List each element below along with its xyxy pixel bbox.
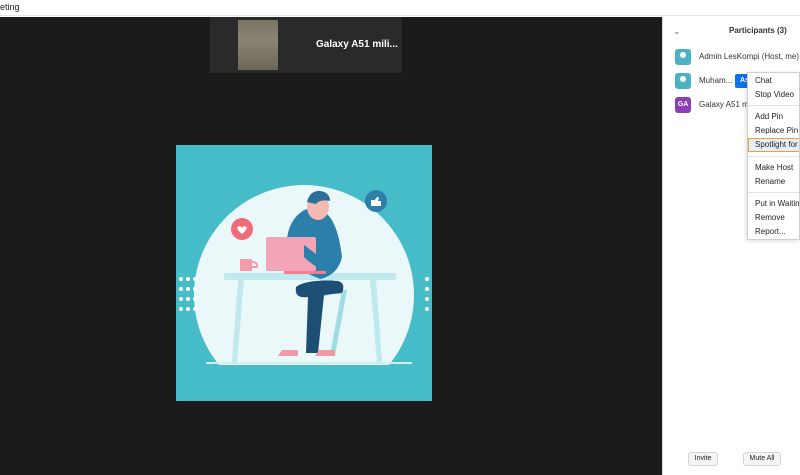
avatar xyxy=(675,73,691,89)
menu-item-replace-pin[interactable]: Replace Pin xyxy=(748,124,799,138)
thumbnail-video-feed xyxy=(238,20,278,70)
menu-item-rename[interactable]: Rename xyxy=(748,175,799,189)
menu-item-add-pin[interactable]: Add Pin xyxy=(748,110,799,124)
participant-name: Galaxy A51 mil xyxy=(699,100,753,109)
menu-divider xyxy=(748,156,799,157)
menu-item-put-in-waiting[interactable]: Put in Waiting xyxy=(748,197,799,211)
participants-title: Participants (3) xyxy=(729,26,787,35)
mute-all-button[interactable]: Mute All xyxy=(743,452,781,466)
avatar: GA xyxy=(675,97,691,113)
window-title: eting xyxy=(0,2,20,12)
participant-name: Admin LesKompi (Host, me) xyxy=(699,52,800,61)
participant-row[interactable]: Admin LesKompi (Host, me) xyxy=(663,47,800,67)
thumbnail-participant-name: Galaxy A51 mili... xyxy=(316,39,398,50)
menu-item-spotlight[interactable]: Spotlight for xyxy=(748,138,799,152)
menu-divider xyxy=(748,105,799,106)
invite-button[interactable]: Invite xyxy=(688,452,718,466)
menu-item-chat[interactable]: Chat xyxy=(748,74,799,88)
participant-context-menu: Chat Stop Video Add Pin Replace Pin Spot… xyxy=(747,72,800,240)
video-thumbnail[interactable]: Galaxy A51 mili... xyxy=(210,17,402,73)
title-bar: eting xyxy=(0,0,800,16)
participant-name: Muham... xyxy=(699,76,733,85)
participants-header: ⌄ Participants (3) xyxy=(663,17,800,45)
illustration-person-at-laptop xyxy=(176,185,432,401)
menu-divider xyxy=(748,192,799,193)
video-area: Galaxy A51 mili... xyxy=(0,17,662,475)
menu-item-stop-video[interactable]: Stop Video xyxy=(748,88,799,102)
chevron-down-icon[interactable]: ⌄ xyxy=(673,26,681,37)
main-video-feed[interactable] xyxy=(176,145,432,401)
menu-item-report[interactable]: Report... xyxy=(748,225,799,239)
avatar xyxy=(675,49,691,65)
menu-item-make-host[interactable]: Make Host xyxy=(748,161,799,175)
menu-item-remove[interactable]: Remove xyxy=(748,211,799,225)
